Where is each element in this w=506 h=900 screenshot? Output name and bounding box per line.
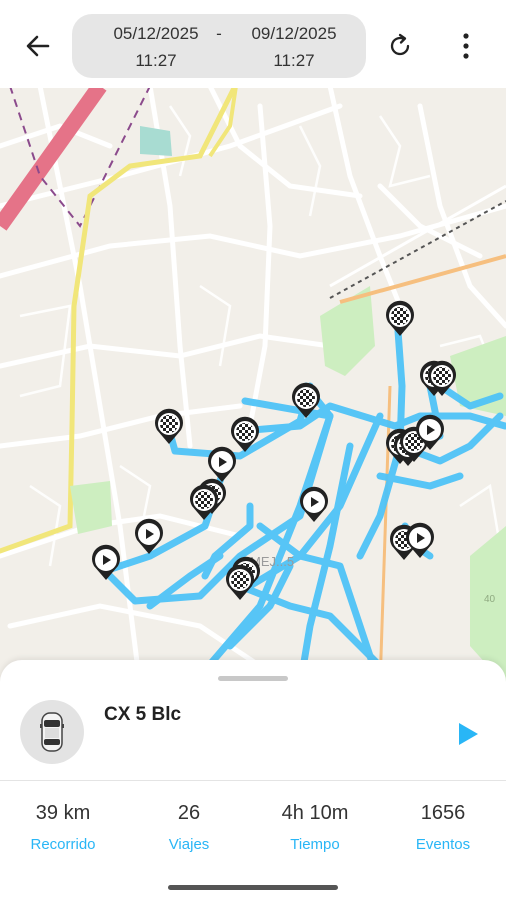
checkered-flag-marker-icon[interactable]: [386, 292, 415, 348]
checkered-flag-marker-icon[interactable]: [292, 374, 321, 430]
trip-stats: 39 km Recorrido 26 Viajes 4h 10m Tiempo …: [0, 800, 506, 880]
top-app-bar: 05/12/2025 11:27 - 09/12/2025 11:27: [0, 0, 506, 88]
stat-value: 4h 10m: [281, 802, 349, 824]
vehicle-avatar: [20, 700, 84, 764]
play-marker-icon[interactable]: [208, 446, 236, 482]
checkered-flag-marker-icon[interactable]: [428, 352, 457, 408]
date-separator: -: [216, 24, 222, 43]
trip-summary-sheet[interactable]: CX 5 Blc 39 km Recorrido 26 Viajes 4h 10…: [0, 660, 506, 900]
stat-label: Recorrido: [30, 836, 96, 853]
time-from: 11:27: [135, 51, 177, 70]
stat-value: 39 km: [35, 802, 91, 824]
more-vert-icon: [463, 33, 469, 59]
play-icon: [459, 723, 478, 745]
stat-time: 4h 10m Tiempo: [252, 800, 378, 853]
stat-value: 26: [177, 802, 201, 824]
car-top-view-icon: [40, 712, 64, 752]
date-range-selector[interactable]: 05/12/2025 11:27 - 09/12/2025 11:27: [72, 14, 366, 78]
date-to: 09/12/2025: [251, 24, 337, 43]
date-from: 05/12/2025: [113, 24, 199, 43]
stat-distance: 39 km Recorrido: [0, 800, 126, 853]
stat-value: 1656: [420, 802, 466, 824]
system-nav-handle[interactable]: [168, 885, 338, 890]
time-to: 11:27: [273, 51, 315, 70]
play-marker-icon[interactable]: [92, 544, 120, 580]
refresh-icon: [390, 33, 410, 56]
more-options-button[interactable]: [448, 26, 484, 66]
play-marker-icon[interactable]: [300, 486, 328, 522]
divider: [0, 780, 506, 781]
vehicle-name: CX 5 Blc: [104, 704, 182, 725]
stat-label: Eventos: [415, 836, 471, 853]
route-map[interactable]: MEJ...5 40: [0, 86, 506, 686]
arrow-left-icon: [26, 35, 50, 57]
sheet-drag-handle[interactable]: [218, 676, 288, 681]
refresh-button[interactable]: [380, 26, 420, 66]
stat-trips: 26 Viajes: [126, 800, 252, 853]
stat-label: Viajes: [168, 836, 210, 853]
checkered-flag-marker-icon[interactable]: [155, 400, 184, 456]
play-route-button[interactable]: [450, 716, 486, 752]
play-marker-icon[interactable]: [135, 518, 163, 554]
stat-events: 1656 Eventos: [380, 800, 506, 853]
checkered-flag-marker-icon[interactable]: [231, 408, 260, 464]
markers-layer: [92, 292, 457, 612]
back-button[interactable]: [18, 26, 58, 66]
stat-label: Tiempo: [290, 836, 340, 853]
